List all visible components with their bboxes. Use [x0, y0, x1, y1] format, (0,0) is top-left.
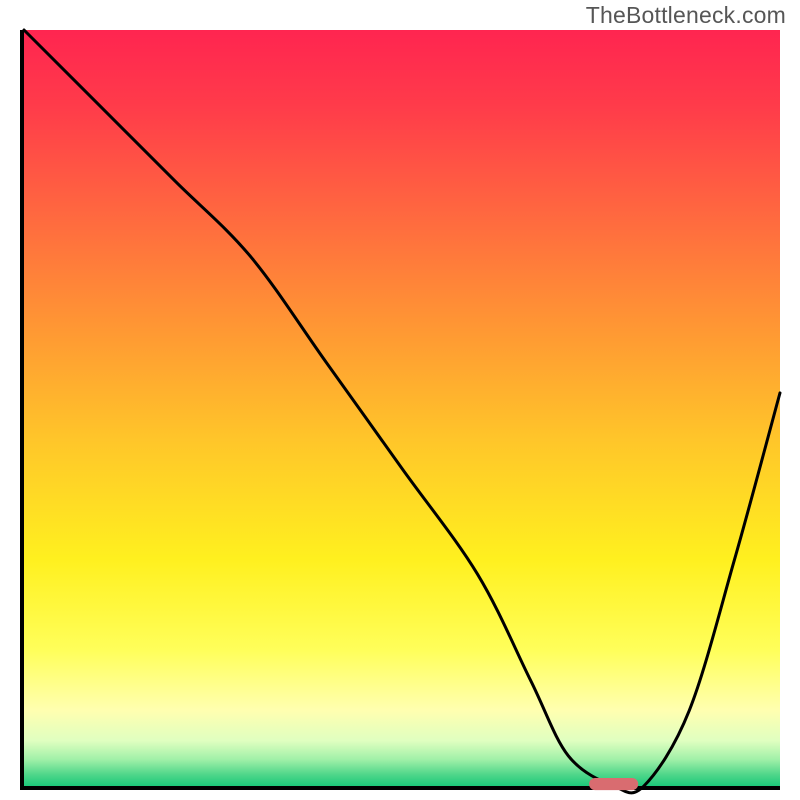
attribution-text: TheBottleneck.com — [586, 2, 786, 29]
chart-svg — [24, 30, 780, 786]
chart-wrapper: TheBottleneck.com — [0, 0, 800, 800]
optimal-marker — [589, 778, 638, 790]
